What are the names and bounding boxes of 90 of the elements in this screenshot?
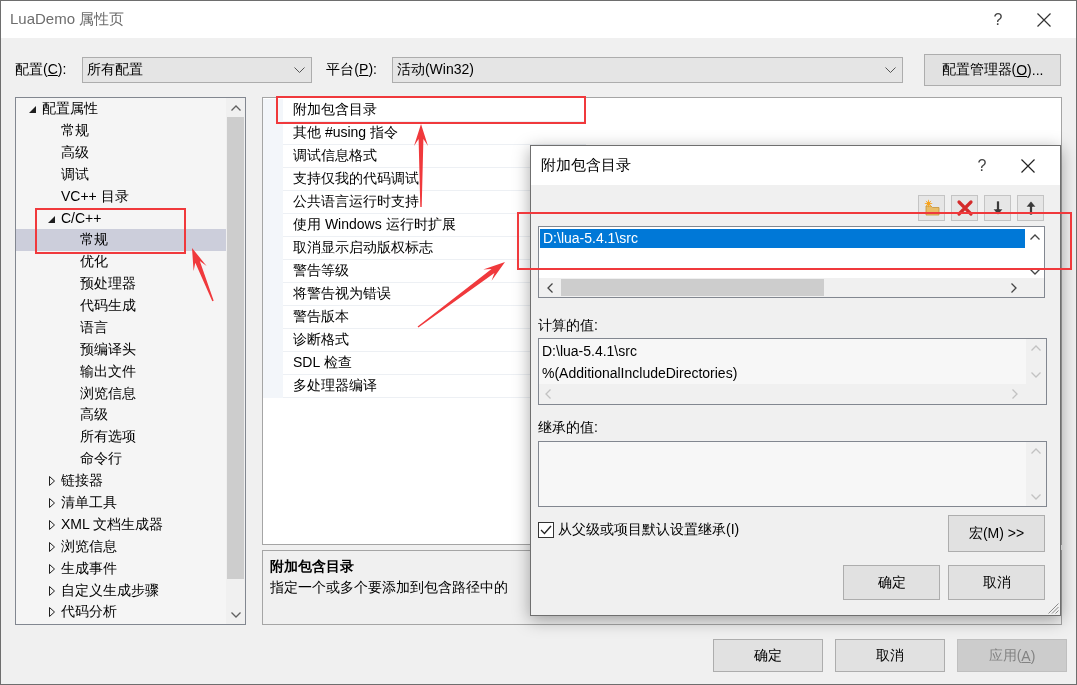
tree-item[interactable]: 链接器 (16, 470, 226, 493)
property-name[interactable]: 多处理器编译 (293, 377, 377, 395)
property-name[interactable]: 其他 #using 指令 (293, 124, 399, 142)
scrollbar[interactable] (226, 98, 245, 624)
property-name[interactable]: 调试信息格式 (293, 147, 377, 165)
property-name[interactable]: 取消显示启动版权标志 (293, 239, 433, 257)
configuration-manager-button[interactable]: 配置管理器(O)... (924, 54, 1061, 86)
chevron-up-icon[interactable] (230, 104, 241, 111)
window-title: LuaDemo 属性页 (9, 10, 125, 29)
tree-item[interactable]: 常规 (16, 229, 226, 252)
tree-item[interactable]: 自定义生成步骤 (16, 579, 226, 602)
property-name[interactable]: 使用 Windows 运行时扩展 (293, 216, 456, 234)
inherited-value-label: 继承的值: (538, 418, 598, 437)
tree-item[interactable]: 代码分析 (16, 601, 226, 624)
property-name[interactable]: 警告版本 (293, 308, 349, 326)
collapsed-triangle-icon[interactable] (49, 476, 55, 487)
scrollbar-thumb[interactable] (561, 279, 824, 296)
platform-dropdown[interactable]: 活动(Win32) (391, 57, 903, 83)
property-name[interactable]: SDL 检查 (293, 354, 352, 372)
tree-item[interactable]: 代码生成 (16, 295, 226, 317)
checkbox[interactable] (538, 522, 554, 538)
collapsed-triangle-icon[interactable] (49, 563, 55, 574)
collapsed-triangle-icon[interactable] (49, 497, 55, 508)
tree-item[interactable]: 调试 (16, 163, 226, 186)
property-name[interactable]: 附加包含目录 (293, 101, 377, 119)
dialog-button[interactable]: 确定 (713, 639, 823, 672)
description-title: 附加包含目录 (270, 557, 354, 576)
move-up-button[interactable] (1017, 195, 1044, 221)
tree-item[interactable]: 生成事件 (16, 557, 226, 580)
configuration-dropdown[interactable]: 所有配置 (82, 57, 313, 83)
annotation-arrow (192, 248, 214, 303)
dialog-button[interactable]: 取消 (948, 565, 1045, 600)
tree-item[interactable]: 清单工具 (16, 492, 226, 514)
collapsed-triangle-icon[interactable] (49, 541, 55, 552)
delete-icon (955, 199, 974, 217)
property-name[interactable]: 将警告视为错误 (293, 285, 391, 303)
close-icon (1021, 158, 1035, 173)
expanded-triangle-icon[interactable] (29, 106, 36, 114)
move-down-button[interactable] (984, 195, 1011, 221)
tree-item[interactable]: 高级 (16, 141, 226, 164)
close-icon (1037, 12, 1051, 27)
property-name[interactable]: 诊断格式 (293, 331, 349, 349)
dialog-button[interactable]: 取消 (835, 639, 945, 672)
computed-value: D:\lua-5.4.1\src (542, 342, 637, 361)
property-name[interactable]: 支持仅我的代码调试 (293, 170, 419, 188)
macros-button[interactable]: 宏(M) >> (948, 515, 1045, 552)
description-text: 指定一个或多个要添加到包含路径中的 (270, 578, 508, 597)
tree-item[interactable]: 语言 (16, 316, 226, 339)
computed-value: %(AdditionalIncludeDirectories) (542, 364, 738, 383)
checkbox-label[interactable]: 从父级或项目默认设置继承(I) (558, 521, 740, 539)
tree-item[interactable]: VC++ 目录 (16, 185, 226, 208)
configuration-label: 配置(C): (15, 61, 67, 79)
tree-item[interactable]: 常规 (16, 119, 226, 142)
directory-item[interactable]: D:\lua-5.4.1\src (540, 229, 1025, 248)
chevron-down-icon[interactable] (1029, 269, 1040, 275)
chevron-up-icon[interactable] (1029, 234, 1040, 240)
property-name[interactable]: 公共语言运行时支持 (293, 193, 419, 211)
chevron-down-icon (294, 67, 306, 73)
expanded-triangle-icon[interactable] (48, 215, 55, 223)
tree-item[interactable]: 浏览信息 (16, 382, 226, 405)
tree-item[interactable]: 高级 (16, 404, 226, 427)
collapsed-triangle-icon[interactable] (49, 585, 55, 596)
property-name[interactable]: 警告等级 (293, 262, 349, 280)
tree-item[interactable]: 预处理器 (16, 273, 226, 295)
dialog-title: 附加包含目录 (540, 156, 631, 175)
new-folder-button[interactable] (918, 195, 945, 221)
tree-item[interactable]: XML 文档生成器 (16, 513, 226, 536)
dialog-button[interactable]: 确定 (843, 565, 940, 600)
collapsed-triangle-icon[interactable] (49, 607, 55, 618)
chevron-right-icon[interactable] (1011, 282, 1017, 293)
tree-item[interactable]: 命令行 (16, 448, 226, 471)
tree-item[interactable]: 预编译头 (16, 338, 226, 361)
tree-item[interactable]: 配置属性 (16, 98, 226, 120)
chevron-down-icon[interactable] (230, 611, 241, 618)
help-button[interactable]: ? (959, 146, 1005, 185)
chevron-down-icon (884, 67, 896, 73)
help-button[interactable]: ? (975, 1, 1021, 38)
scrollbar-thumb[interactable] (227, 117, 244, 579)
resize-grip-icon[interactable] (1048, 603, 1059, 614)
tree-item[interactable]: 浏览信息 (16, 535, 226, 558)
new-folder-icon (922, 199, 941, 217)
tree-item[interactable]: C/C++ (16, 207, 226, 230)
delete-button[interactable] (951, 195, 978, 221)
tree-item[interactable]: 所有选项 (16, 426, 226, 449)
platform-label: 平台(P): (326, 61, 377, 79)
tree-item[interactable]: 优化 (16, 251, 226, 274)
collapsed-triangle-icon[interactable] (49, 519, 55, 530)
computed-value-label: 计算的值: (538, 316, 598, 335)
chevron-left-icon[interactable] (547, 282, 553, 293)
tree-item[interactable]: 输出文件 (16, 360, 226, 383)
